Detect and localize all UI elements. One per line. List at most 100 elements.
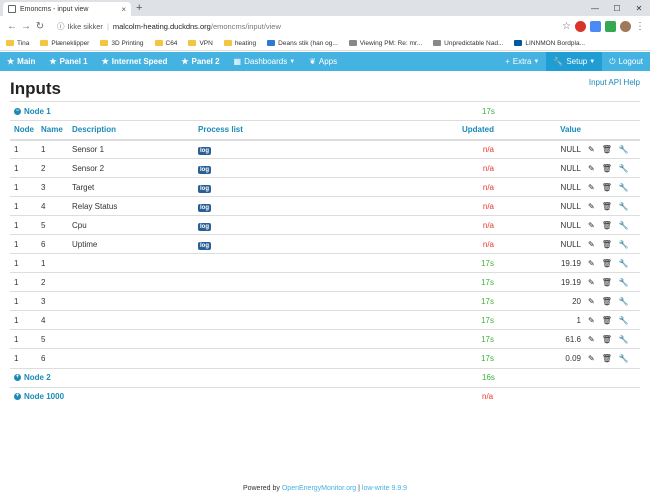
edit-icon[interactable]: ✎ [588, 202, 595, 211]
wrench-icon[interactable]: 🔧 [619, 183, 629, 192]
delete-icon[interactable]: 🗑 [602, 240, 612, 249]
delete-icon[interactable]: 🗑 [602, 259, 612, 268]
delete-icon[interactable]: 🗑 [602, 202, 612, 211]
star-icon[interactable]: ☆ [562, 21, 571, 32]
delete-icon[interactable]: 🗑 [602, 221, 612, 230]
table-row[interactable]: 1 4 17s 1 ✎ 🗑 🔧 [10, 310, 640, 330]
delete-icon[interactable]: 🗑 [602, 164, 612, 173]
table-row[interactable]: 1 1 Sensor 1 log n/a NULL ✎ 🗑 🔧 [10, 139, 640, 159]
maximize-icon[interactable]: ☐ [606, 0, 628, 16]
minimize-icon[interactable]: — [584, 0, 606, 16]
bookmark-item[interactable]: 3D Printing [100, 40, 144, 47]
delete-icon[interactable]: 🗑 [602, 145, 612, 154]
window-close-icon[interactable]: ✕ [628, 0, 650, 16]
edit-icon[interactable]: ✎ [588, 278, 595, 287]
edit-icon[interactable]: ✎ [588, 240, 595, 249]
menu-icon[interactable]: ⋮ [635, 21, 645, 32]
table-row[interactable]: 1 2 Sensor 2 log n/a NULL ✎ 🗑 🔧 [10, 158, 640, 178]
version-link[interactable]: low-write 9.9.9 [362, 485, 407, 492]
delete-icon[interactable]: 🗑 [602, 297, 612, 306]
new-tab-button[interactable]: + [136, 2, 142, 14]
node-name[interactable]: + Node 1000 [10, 392, 64, 401]
edit-icon[interactable]: ✎ [588, 335, 595, 344]
table-row[interactable]: 1 3 17s 20 ✎ 🗑 🔧 [10, 291, 640, 311]
edit-icon[interactable]: ✎ [588, 259, 595, 268]
delete-icon[interactable]: 🗑 [602, 278, 612, 287]
wrench-icon[interactable]: 🔧 [619, 259, 629, 268]
nav-apps[interactable]: ❦ Apps [302, 52, 344, 71]
expand-icon[interactable]: + [14, 393, 21, 400]
nav-internet-speed[interactable]: ★ Internet Speed [95, 52, 175, 71]
wrench-icon[interactable]: 🔧 [619, 221, 629, 230]
close-tab-icon[interactable]: × [121, 5, 126, 14]
bookmark-item[interactable]: Deans stik (han og... [267, 40, 338, 47]
wrench-icon[interactable]: 🔧 [619, 297, 629, 306]
translate-icon[interactable] [590, 20, 601, 32]
wrench-icon[interactable]: 🔧 [619, 145, 629, 154]
header-name[interactable]: Name [41, 120, 72, 141]
header-value[interactable]: Value [498, 120, 588, 141]
node-name[interactable]: − Node 1 [10, 107, 51, 116]
bookmark-item[interactable]: Unpredictable Nad... [433, 40, 503, 47]
delete-icon[interactable]: 🗑 [602, 335, 612, 344]
reload-icon[interactable]: ↻ [33, 21, 47, 32]
table-row[interactable]: 1 3 Target log n/a NULL ✎ 🗑 🔧 [10, 177, 640, 197]
wrench-icon[interactable]: 🔧 [619, 316, 629, 325]
table-row[interactable]: 1 6 Uptime log n/a NULL ✎ 🗑 🔧 [10, 234, 640, 254]
wrench-icon[interactable]: 🔧 [619, 240, 629, 249]
wrench-icon[interactable]: 🔧 [619, 164, 629, 173]
table-row[interactable]: 1 6 17s 0.09 ✎ 🗑 🔧 [10, 348, 640, 368]
bookmark-item[interactable]: Plæneklipper [40, 40, 89, 47]
table-row[interactable]: 1 1 17s 19.19 ✎ 🗑 🔧 [10, 253, 640, 273]
node-name[interactable]: + Node 2 [10, 373, 51, 382]
extension-icon[interactable] [605, 20, 616, 32]
delete-icon[interactable]: 🗑 [602, 316, 612, 325]
url-input[interactable]: ⓘ Ikke sikker | malcolm-heating.duckdns.… [53, 19, 556, 34]
wrench-icon[interactable]: 🔧 [619, 278, 629, 287]
edit-icon[interactable]: ✎ [588, 221, 595, 230]
openenergymonitor-link[interactable]: OpenEnergyMonitor.org [282, 485, 356, 492]
edit-icon[interactable]: ✎ [588, 316, 595, 325]
nav-setup[interactable]: 🔧 Setup ▼ [546, 52, 603, 71]
wrench-icon[interactable]: 🔧 [619, 354, 629, 363]
header-updated[interactable]: Updated [378, 120, 498, 141]
edit-icon[interactable]: ✎ [588, 164, 595, 173]
edit-icon[interactable]: ✎ [588, 297, 595, 306]
edit-icon[interactable]: ✎ [588, 145, 595, 154]
nav-extra[interactable]: + Extra ▼ [498, 52, 546, 71]
wrench-icon[interactable]: 🔧 [619, 335, 629, 344]
delete-icon[interactable]: 🗑 [602, 183, 612, 192]
expand-icon[interactable]: + [14, 374, 21, 381]
wrench-icon[interactable]: 🔧 [619, 202, 629, 211]
bookmark-item[interactable]: C64 [154, 40, 177, 47]
adblock-icon[interactable] [575, 20, 586, 32]
table-row[interactable]: 1 5 17s 61.6 ✎ 🗑 🔧 [10, 329, 640, 349]
edit-icon[interactable]: ✎ [588, 183, 595, 192]
header-process-list[interactable]: Process list [198, 120, 378, 141]
edit-icon[interactable]: ✎ [588, 354, 595, 363]
delete-icon[interactable]: 🗑 [602, 354, 612, 363]
header-description[interactable]: Description [72, 120, 198, 141]
nav-panel-1[interactable]: ★ Panel 1 [42, 52, 94, 71]
nav-panel-2[interactable]: ★ Panel 2 [174, 52, 226, 71]
node-header[interactable]: − Node 1 17s [10, 101, 640, 120]
nav-main[interactable]: ★ Main [0, 52, 42, 71]
avatar[interactable] [620, 20, 631, 32]
node-header[interactable]: + Node 1000 n/a [10, 386, 640, 406]
header-node[interactable]: Node [10, 120, 41, 141]
nav-dashboards[interactable]: ▦ Dashboards ▼ [227, 52, 303, 71]
bookmark-item[interactable]: LINNMON Bordpla... [514, 40, 585, 47]
info-icon[interactable]: ⓘ [57, 21, 65, 32]
back-icon[interactable]: ← [5, 21, 19, 32]
bookmark-item[interactable]: Viewing PM: Re: mr... [348, 40, 422, 47]
bookmark-item[interactable]: Tina [6, 40, 29, 47]
table-row[interactable]: 1 2 17s 19.19 ✎ 🗑 🔧 [10, 272, 640, 292]
table-row[interactable]: 1 4 Relay Status log n/a NULL ✎ 🗑 🔧 [10, 196, 640, 216]
node-header[interactable]: + Node 2 16s [10, 367, 640, 387]
browser-tab[interactable]: Emoncms - input view × [3, 2, 131, 16]
collapse-icon[interactable]: − [14, 107, 21, 115]
input-api-help-link[interactable]: Input API Help [589, 78, 640, 87]
table-row[interactable]: 1 5 Cpu log n/a NULL ✎ 🗑 🔧 [10, 215, 640, 235]
bookmark-item[interactable]: VPN [188, 40, 213, 47]
nav-logout[interactable]: ⏻ Logout [602, 52, 650, 71]
